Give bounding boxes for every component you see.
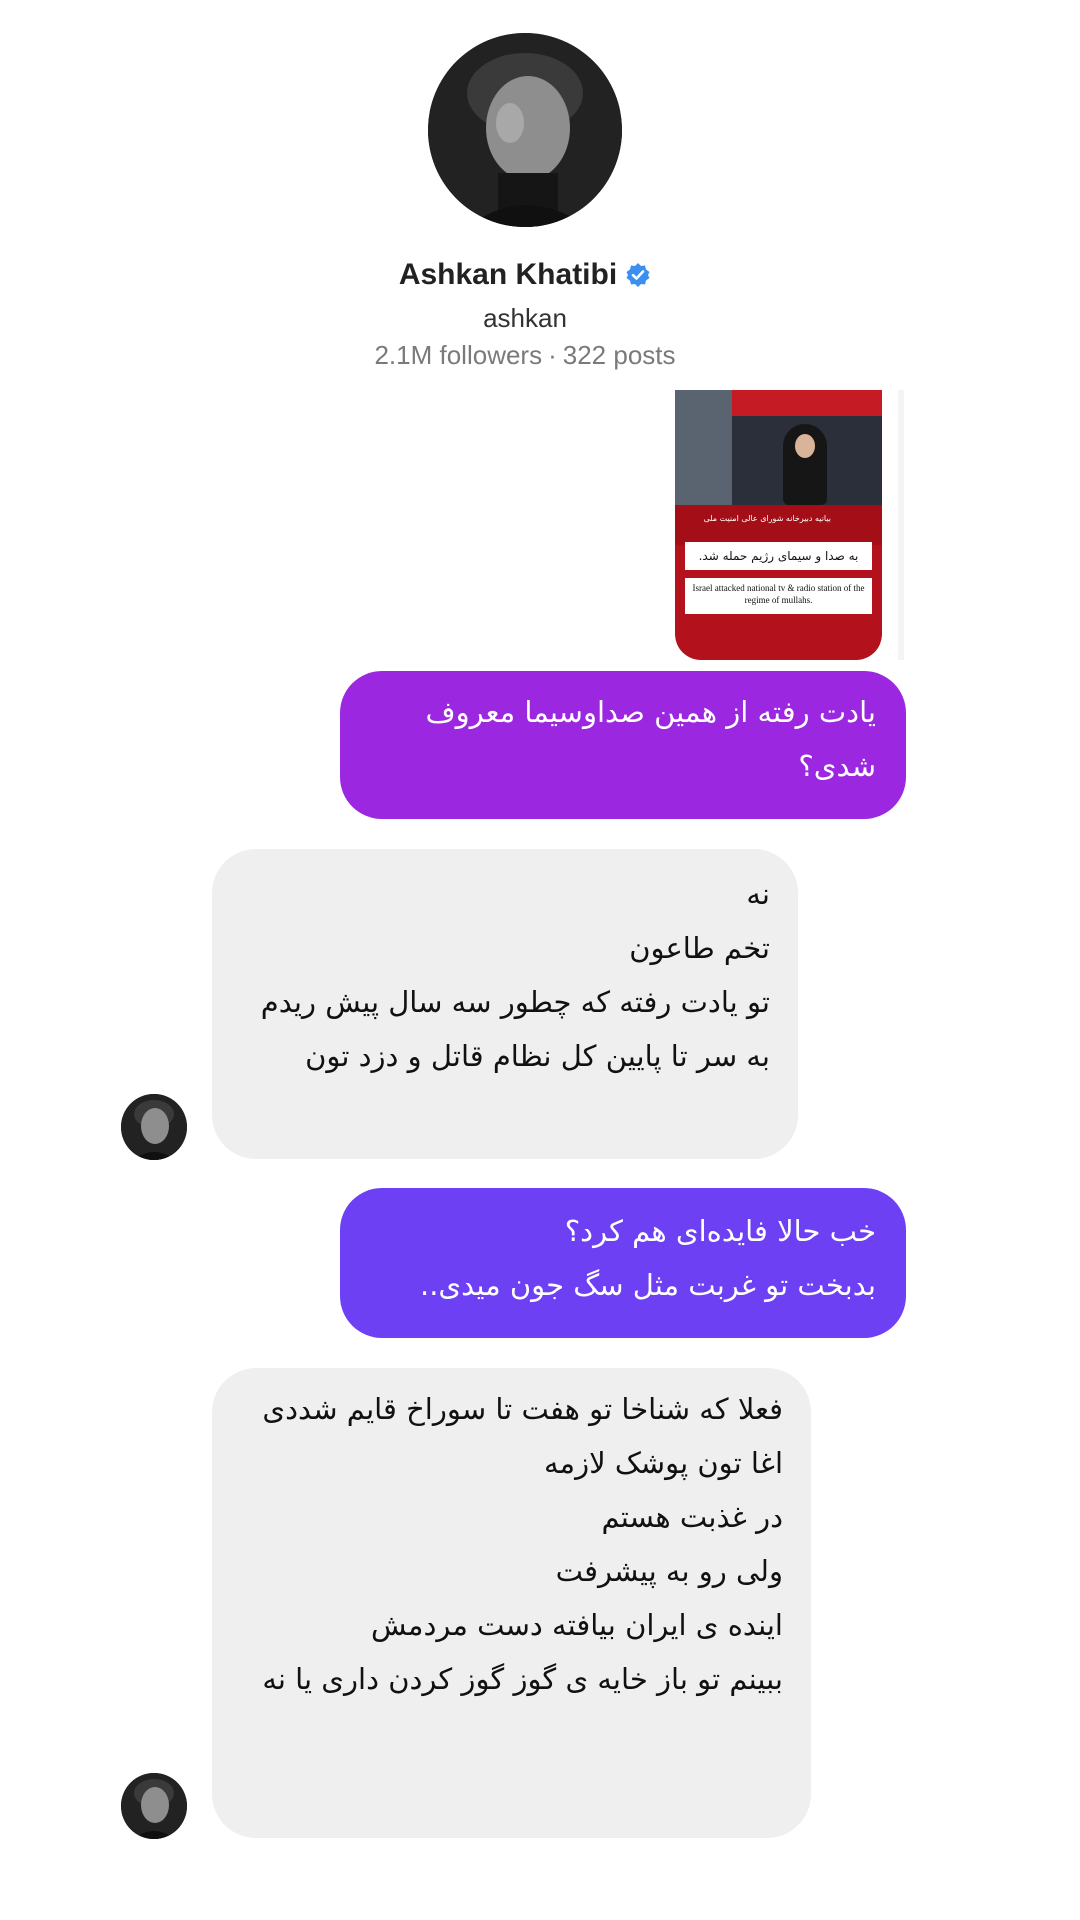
profile-name[interactable]: Ashkan Khatibi — [399, 258, 617, 291]
posts-count: 322 posts — [562, 340, 676, 370]
followers-count: 2.1M followers — [374, 340, 543, 370]
shared-post-ticker-bar — [675, 505, 882, 545]
dm-conversation: Ashkan Khatibi ashkan 2.1M followers · 322… — [0, 0, 1080, 1920]
shared-post-thumbnail[interactable]: بیانیه دبیرخانه شورای عالی امنیت ملی به … — [675, 390, 882, 660]
shared-post-headline-fa: به صدا و سیمای رژیم حمله شد. — [685, 542, 872, 570]
shared-post-top-banner — [732, 390, 882, 416]
message-bubble-sent[interactable]: یادت رفته از همین صداوسیما معروف شدی؟ — [340, 671, 906, 819]
verified-badge-icon — [625, 262, 651, 288]
sender-avatar[interactable] — [121, 1773, 187, 1839]
shared-post-side-panel — [675, 390, 732, 505]
profile-avatar[interactable] — [428, 33, 622, 227]
profile-name-row: Ashkan Khatibi — [0, 258, 1050, 292]
profile-username: ashkan — [483, 303, 567, 333]
shared-post-headline-en: Israel attacked national tv & radio stat… — [685, 578, 872, 614]
sender-avatar[interactable] — [121, 1094, 187, 1160]
shared-post-ticker: بیانیه دبیرخانه شورای عالی امنیت ملی — [703, 514, 831, 523]
shared-post-face — [795, 434, 815, 458]
message-bubble-received[interactable]: فعلا که شناخا تو هفت تا سوراخ قایم شددی … — [212, 1368, 811, 1838]
stats-separator: · — [548, 340, 557, 370]
message-bubble-sent[interactable]: خب حالا فایده‌ای هم کرد؟ بدبخت تو غربت م… — [340, 1188, 906, 1338]
shared-post-edge — [898, 390, 904, 660]
message-bubble-received[interactable]: نه تخم طاعون تو یادت رفته که چطور سه سال… — [212, 849, 798, 1159]
profile-stats: 2.1M followers · 322 posts — [0, 340, 1050, 371]
